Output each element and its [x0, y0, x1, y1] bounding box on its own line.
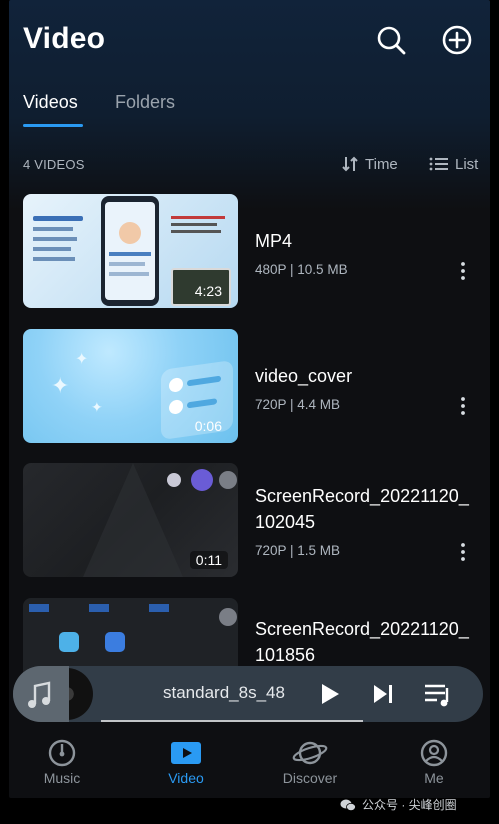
video-title: video_cover	[255, 366, 353, 386]
more-options-icon[interactable]	[459, 261, 467, 281]
sparkle-icon: ✦	[91, 399, 103, 415]
nav-label: Music	[43, 770, 81, 786]
sparkle-icon: ✦	[75, 351, 89, 368]
video-title: MP4	[255, 231, 293, 251]
sparkle-icon: ✦	[51, 373, 70, 398]
music-note-icon	[28, 681, 51, 708]
video-duration: 0:06	[194, 418, 222, 434]
nav-label: Me	[424, 770, 444, 786]
video-app: Video Videos Folders 4 VIDEOS Time List	[9, 0, 490, 798]
person-icon	[420, 739, 448, 767]
mini-player[interactable]: standard_8s_48	[13, 666, 483, 722]
app-icon	[105, 632, 125, 652]
video-duration: 0:11	[189, 551, 228, 569]
nav-me[interactable]: Me	[389, 738, 479, 786]
page-title: Video	[23, 22, 106, 55]
more-options-icon[interactable]	[459, 542, 467, 562]
video-play-icon	[171, 742, 201, 764]
thumbnail-caption-graphic	[171, 216, 229, 236]
video-row[interactable]: ✦ ✦ ✦ 0:06 video_cover 720P | 4.4 MB	[23, 329, 483, 443]
list-header: 4 VIDEOS Time List	[23, 154, 483, 174]
video-count: 4 VIDEOS	[23, 157, 85, 172]
phone-graphic	[101, 196, 159, 306]
video-duration: 4:23	[194, 283, 222, 299]
view-label: List	[455, 155, 479, 173]
sort-label: Time	[365, 155, 398, 173]
dot-icon	[167, 473, 181, 487]
nav-music[interactable]: Music	[17, 738, 107, 786]
video-thumbnail[interactable]: 4:23	[23, 194, 238, 308]
sort-button[interactable]: Time	[341, 154, 398, 174]
playback-progress	[101, 720, 363, 722]
nav-label: Video	[168, 770, 204, 786]
video-title: ScreenRecord_20221120_102045	[255, 486, 469, 532]
tab-videos[interactable]: Videos	[23, 92, 78, 113]
watermark: 公众号 · 尖峰创圈	[340, 796, 457, 813]
play-icon[interactable]	[319, 682, 341, 706]
video-thumbnail[interactable]: ✦ ✦ ✦ 0:06	[23, 329, 238, 443]
add-circle-icon[interactable]	[441, 24, 473, 56]
music-disc-icon	[48, 739, 76, 767]
watermark-text: 公众号 · 尖峰创圈	[362, 798, 457, 812]
dot-icon	[219, 608, 237, 626]
thumbnail-text-graphic	[33, 216, 95, 276]
video-row[interactable]: 0:11 ScreenRecord_20221120_102045 720P |…	[23, 463, 483, 577]
now-playing-title: standard_8s_48	[163, 683, 285, 702]
dot-icon	[219, 471, 237, 489]
app-icon-row	[29, 604, 229, 612]
playlist-icon[interactable]	[423, 682, 453, 708]
nav-discover[interactable]: Discover	[265, 738, 355, 786]
view-mode-button[interactable]: List	[429, 154, 478, 174]
sort-icon	[342, 156, 358, 172]
active-tab-indicator	[23, 124, 83, 127]
more-options-icon[interactable]	[459, 396, 467, 416]
wechat-icon	[340, 799, 356, 811]
list-view-icon	[429, 157, 448, 171]
video-title: ScreenRecord_20221120_101856	[255, 619, 469, 665]
video-meta: 720P | 4.4 MB	[255, 397, 341, 412]
planet-icon	[292, 741, 328, 765]
chat-bubble-icon	[191, 469, 213, 491]
bottom-navigation: Music Video Discover Me	[9, 730, 490, 798]
app-icon	[59, 632, 79, 652]
video-meta: 480P | 10.5 MB	[255, 262, 348, 277]
skip-next-icon[interactable]	[371, 682, 395, 706]
nav-label: Discover	[282, 770, 338, 786]
video-thumbnail[interactable]: 0:11	[23, 463, 238, 577]
album-art[interactable]	[13, 666, 69, 722]
search-icon[interactable]	[375, 24, 407, 56]
nav-video[interactable]: Video	[141, 738, 231, 786]
video-row[interactable]: 4:23 MP4 480P | 10.5 MB	[23, 194, 483, 308]
video-meta: 720P | 1.5 MB	[255, 543, 341, 558]
tab-folders[interactable]: Folders	[115, 92, 175, 113]
